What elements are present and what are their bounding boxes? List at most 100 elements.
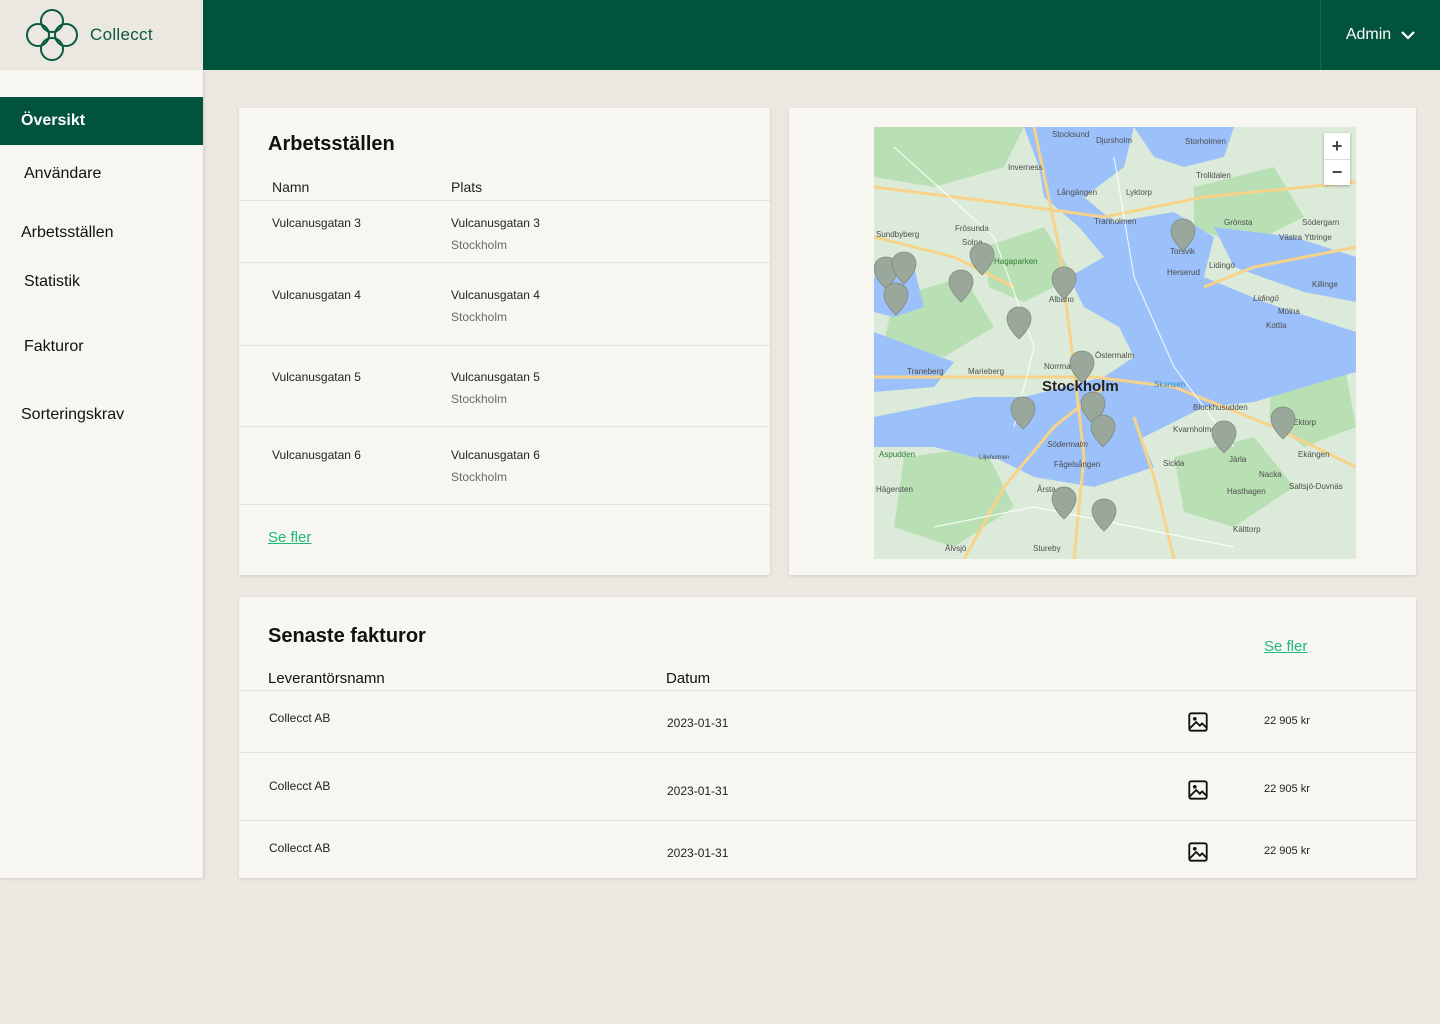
invoice-amount: 22 905 kr — [1264, 783, 1310, 795]
map-label: Mölna — [1278, 307, 1300, 316]
workplaces-see-more-link[interactable]: Se fler — [268, 529, 311, 546]
map-label: Ektorp — [1293, 418, 1317, 427]
sidebar-item-statistik[interactable]: Statistik — [0, 258, 203, 306]
map-label: Storholmen — [1185, 137, 1226, 146]
image-icon[interactable] — [1187, 779, 1209, 801]
map-label: Västra Yttringe — [1279, 233, 1332, 242]
workplace-name: Vulcanusgatan 6 — [272, 448, 361, 462]
map-label: Älvsjö — [945, 544, 967, 553]
column-header-name: Namn — [272, 179, 310, 195]
column-header-place: Plats — [451, 179, 483, 195]
sidebar-item-arbetsstallen[interactable]: Arbetsställen — [0, 209, 203, 257]
map-card: Djursholm Stocksund Sundbyberg Solna Lid… — [789, 108, 1416, 575]
workplace-city: Stockholm — [451, 392, 508, 406]
sidebar-item-label: Användare — [24, 165, 102, 182]
map-label: Kälttorp — [1233, 525, 1261, 534]
sidebar-item-label: Arbetsställen — [21, 224, 114, 241]
map-label: Herserud — [1167, 268, 1200, 277]
sidebar-item-label: Sorteringskrav — [21, 406, 125, 423]
workplace-city: Stockholm — [451, 310, 508, 324]
table-row[interactable]: Collecct AB 2023-01-31 22 905 kr — [239, 690, 1416, 752]
workplace-address: Vulcanusgatan 6 — [451, 448, 540, 462]
workplace-city: Stockholm — [451, 470, 508, 484]
invoice-supplier: Collecct AB — [269, 841, 331, 855]
brand-name: Collecct — [90, 25, 153, 44]
invoices-card: Senaste fakturor Se fler Leverantörsnamn… — [239, 597, 1416, 878]
workplace-name: Vulcanusgatan 3 — [272, 216, 361, 230]
sidebar-item-label: Fakturor — [24, 338, 84, 355]
table-row[interactable]: Vulcanusgatan 5 Vulcanusgatan 5 Stockhol… — [239, 345, 770, 426]
invoice-supplier: Collecct AB — [269, 711, 331, 725]
table-row[interactable]: Vulcanusgatan 3 Vulcanusgatan 3 Stockhol… — [239, 200, 770, 262]
logo[interactable]: Collecct — [0, 0, 203, 70]
map-label: Ekängen — [1298, 450, 1330, 459]
sidebar-item-fakturor[interactable]: Fakturor — [0, 323, 203, 371]
map-label: Hasthagen — [1227, 487, 1266, 496]
workplaces-card: Arbetsställen Namn Plats Vulcanusgatan 3… — [239, 108, 770, 575]
image-icon[interactable] — [1187, 841, 1209, 863]
map-zoom-controls: + − — [1324, 133, 1350, 185]
sidebar-item-sorteringskrav[interactable]: Sorteringskrav — [0, 391, 203, 439]
map-label: Skansen — [1154, 380, 1185, 389]
invoice-supplier: Collecct AB — [269, 779, 331, 793]
sidebar-item-oversikt[interactable]: Översikt — [0, 97, 203, 145]
sidebar-item-label: Statistik — [24, 273, 81, 290]
map-label: Stureby — [1033, 544, 1061, 553]
map-label: Hagaparken — [994, 257, 1038, 266]
map-label: Nacka — [1259, 470, 1282, 479]
map-label: Järla — [1229, 455, 1247, 464]
workplace-address: Vulcanusgatan 4 — [451, 288, 540, 302]
workplaces-title: Arbetsställen — [268, 133, 395, 155]
map-label: Östermalm — [1095, 351, 1134, 360]
map-label: Fågelsången — [1054, 460, 1100, 469]
map-label: Lidingö — [1209, 261, 1235, 270]
invoice-date: 2023-01-31 — [667, 784, 729, 798]
map-label: Tranholmen — [1094, 217, 1136, 226]
map-label: Aspudden — [879, 450, 915, 459]
map-label: Killinge — [1312, 280, 1338, 289]
four-circle-logo-icon — [26, 9, 78, 61]
image-icon[interactable] — [1187, 711, 1209, 733]
table-row[interactable]: Collecct AB 2023-01-31 22 905 kr — [239, 752, 1416, 820]
map-label: Inverness — [1008, 163, 1043, 172]
map-label: Grönsta — [1224, 218, 1253, 227]
invoices-see-more-link[interactable]: Se fler — [1264, 638, 1307, 655]
sidebar: Översikt Användare Arbetsställen Statist… — [0, 70, 203, 878]
column-header-supplier: Leverantörsnamn — [268, 670, 385, 687]
invoice-amount: 22 905 kr — [1264, 715, 1310, 727]
invoice-amount: 22 905 kr — [1264, 845, 1310, 857]
sidebar-item-anvandare[interactable]: Användare — [0, 150, 203, 198]
map-label: Liljeholmen — [979, 455, 1009, 461]
map-label: Saltsjö-Duvnäs — [1289, 482, 1343, 491]
map-label: Södergarn — [1302, 218, 1339, 227]
table-row[interactable]: Vulcanusgatan 6 Vulcanusgatan 6 Stockhol… — [239, 426, 770, 504]
map-label: Lidingö — [1253, 294, 1279, 303]
zoom-in-button[interactable]: + — [1324, 133, 1350, 159]
map-label: Trolldalen — [1196, 171, 1231, 180]
map-label: Stocksund — [1052, 130, 1089, 139]
invoice-date: 2023-01-31 — [667, 846, 729, 860]
sidebar-item-label: Översikt — [21, 112, 86, 129]
workplace-address: Vulcanusgatan 5 — [451, 370, 540, 384]
invoices-title: Senaste fakturor — [268, 625, 426, 647]
invoice-date: 2023-01-31 — [667, 716, 729, 730]
map[interactable]: Djursholm Stocksund Sundbyberg Solna Lid… — [874, 127, 1356, 559]
top-bar: Admin — [203, 0, 1440, 70]
map-label: Traneberg — [907, 367, 944, 376]
table-row[interactable]: Vulcanusgatan 4 Vulcanusgatan 4 Stockhol… — [239, 262, 770, 345]
chevron-down-icon — [1401, 31, 1415, 40]
admin-label: Admin — [1345, 26, 1392, 43]
zoom-out-button[interactable]: − — [1324, 159, 1350, 185]
map-label: Sickla — [1163, 459, 1185, 468]
map-label: Kottla — [1266, 321, 1287, 330]
map-label: Blockhusudden — [1193, 403, 1248, 412]
column-header-date: Datum — [666, 670, 711, 687]
map-canvas[interactable]: Djursholm Stocksund Sundbyberg Solna Lid… — [874, 127, 1356, 559]
map-label: Lyktorp — [1126, 188, 1152, 197]
table-row[interactable]: Collecct AB 2023-01-31 22 905 kr — [239, 820, 1416, 878]
map-label: Långängen — [1057, 188, 1097, 197]
map-label: Frösunda — [955, 224, 989, 233]
admin-menu[interactable]: Admin — [1320, 0, 1440, 70]
map-label: Sundbyberg — [876, 230, 919, 239]
table-divider — [239, 504, 770, 505]
